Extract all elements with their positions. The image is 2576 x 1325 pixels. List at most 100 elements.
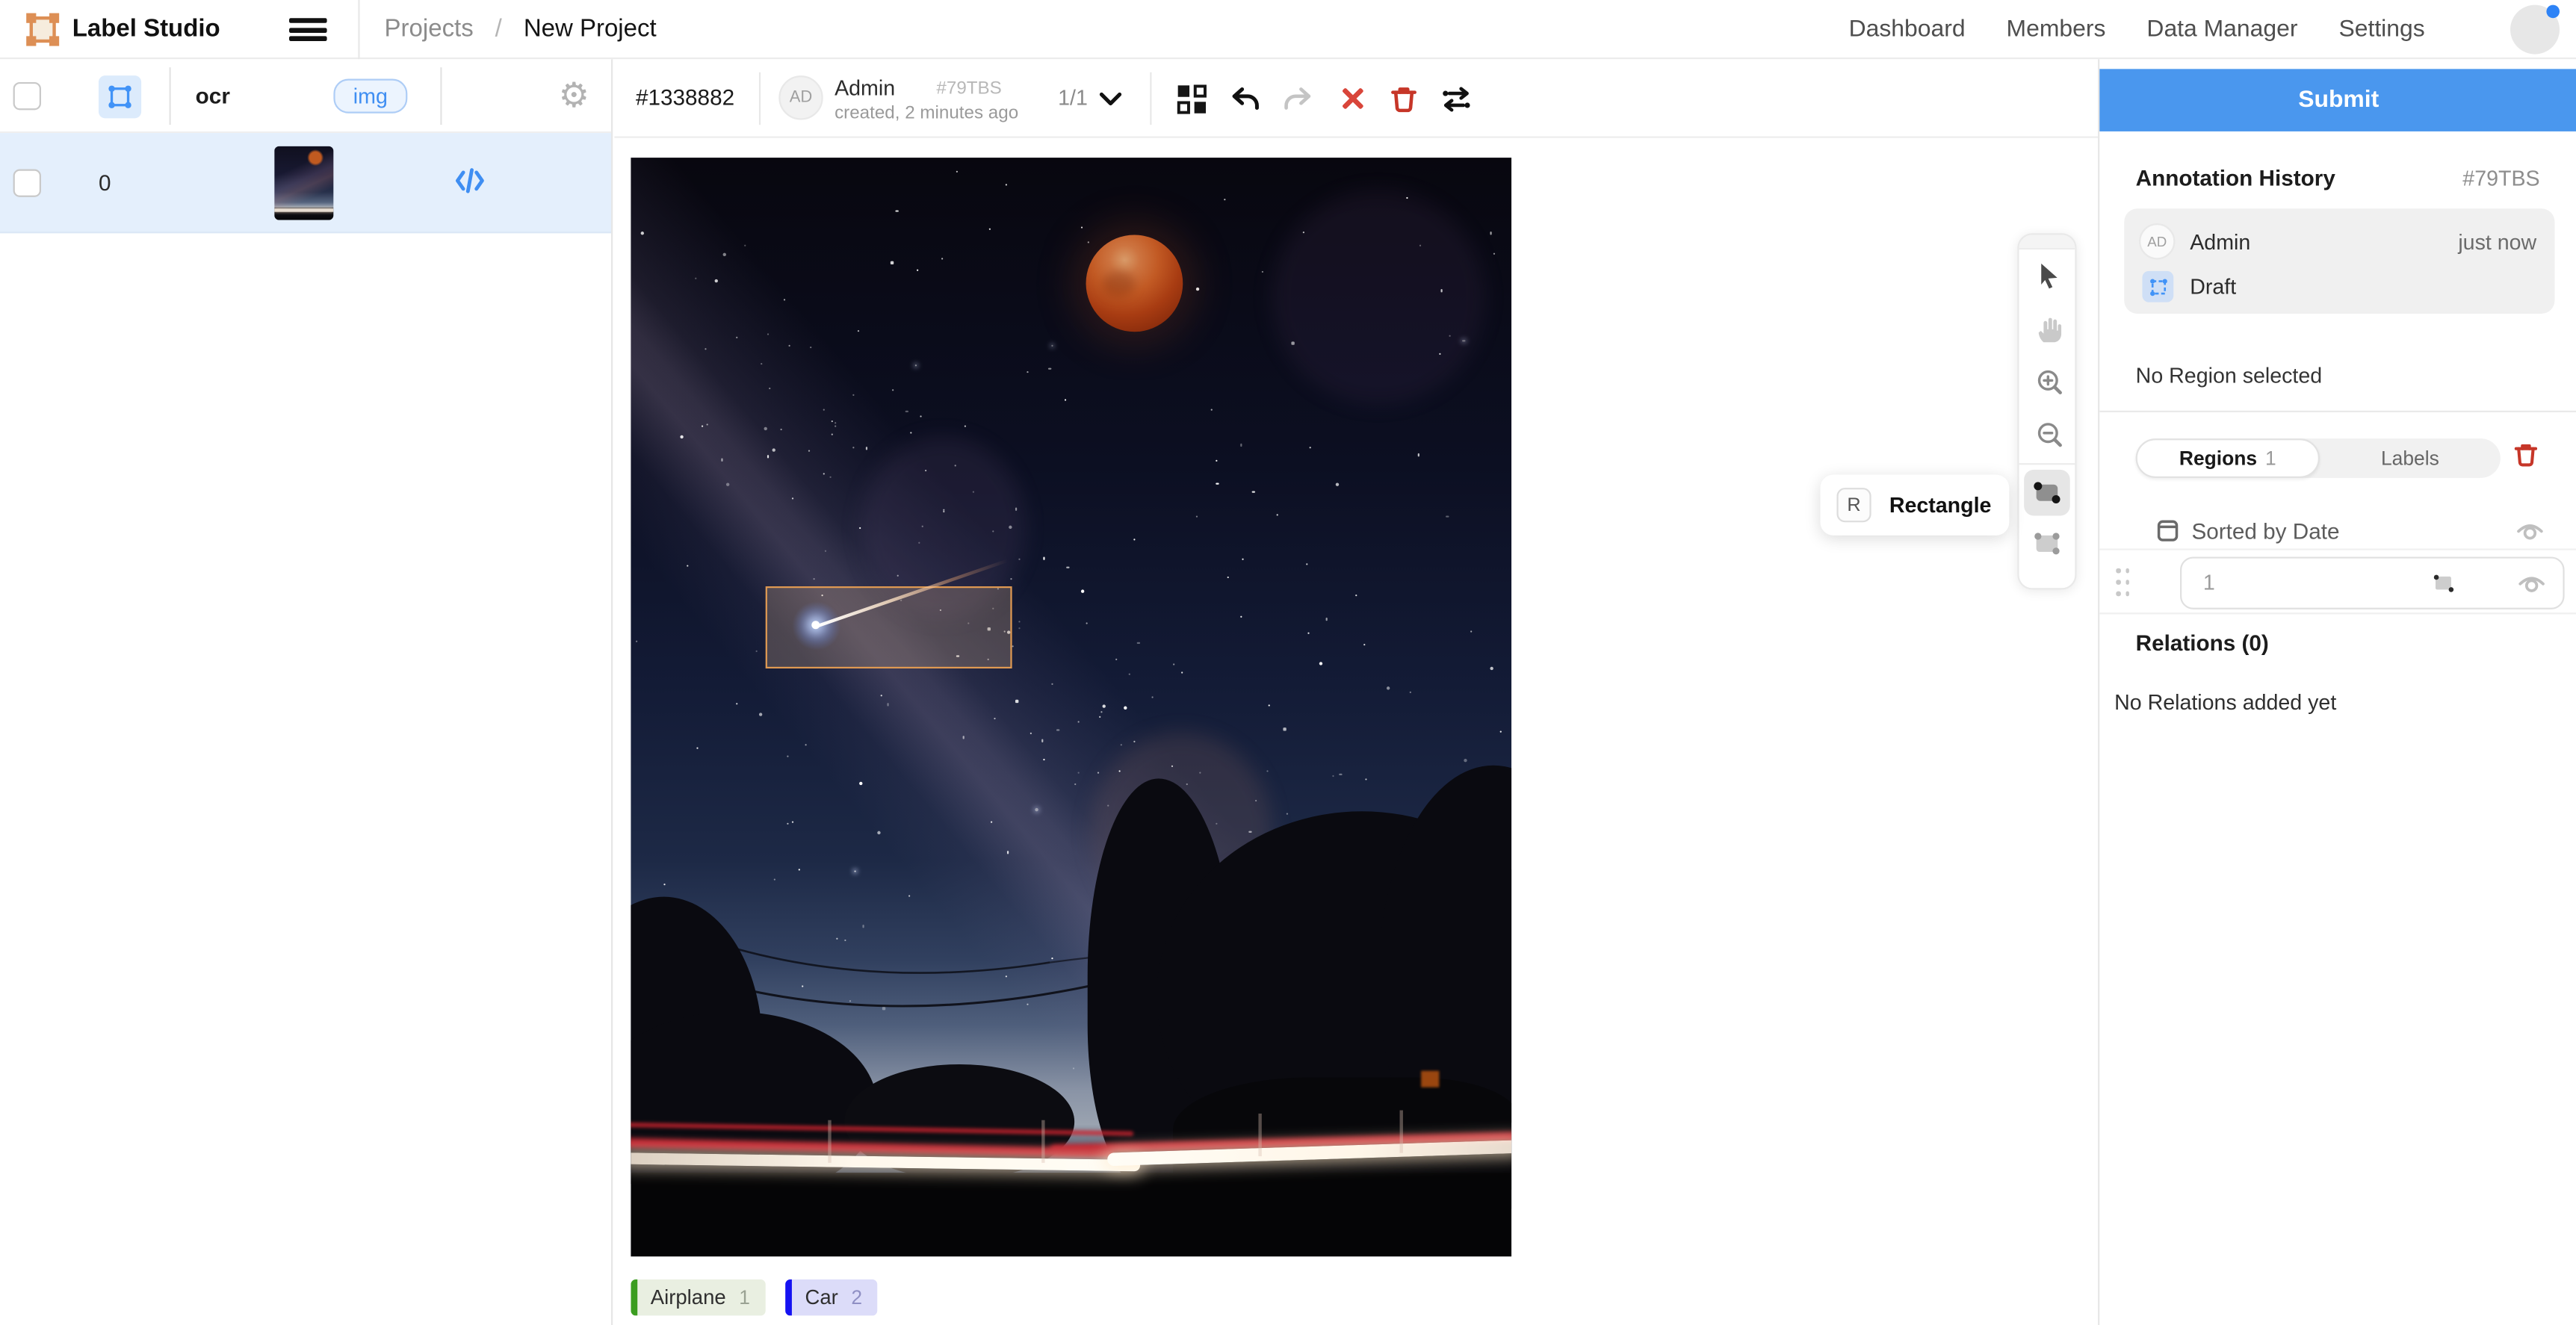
nav-dashboard[interactable]: Dashboard <box>1849 16 1966 43</box>
chevron-down-icon[interactable] <box>1099 92 1122 107</box>
created-time: created, 2 minutes ago <box>835 104 1018 123</box>
breadcrumb-current: New Project <box>524 15 657 43</box>
pan-tool-button[interactable] <box>2019 302 2078 355</box>
label-color-bar <box>631 1279 637 1315</box>
sort-label[interactable]: Sorted by Date <box>2191 519 2339 544</box>
gear-icon[interactable]: ⚙ <box>559 75 589 115</box>
tool-panel-divider <box>2019 463 2075 465</box>
task-row-id: 0 <box>99 133 111 233</box>
rectangle-tool-button-selected[interactable] <box>2024 470 2070 516</box>
breadcrumb-projects[interactable]: Projects <box>385 15 474 43</box>
task-row-checkbox[interactable] <box>13 169 41 196</box>
select-all-checkbox[interactable] <box>13 82 41 110</box>
top-header: Label Studio Projects / New Project Dash… <box>0 0 2576 59</box>
breadcrumb: Projects / New Project <box>385 0 657 59</box>
cursor-icon <box>2034 261 2063 291</box>
task-list-panel: ocr img ⚙ 0 <box>0 59 613 1325</box>
submit-button[interactable]: Submit <box>2099 69 2576 131</box>
region-visibility-eye-icon[interactable] <box>2517 571 2547 595</box>
zoom-out-icon <box>2033 418 2064 450</box>
region-item-box[interactable]: 1 <box>2180 556 2565 609</box>
history-user-name: Admin <box>2190 230 2250 255</box>
task-row-selected[interactable]: 0 <box>0 133 611 233</box>
history-avatar: AD <box>2139 223 2175 259</box>
bounding-box-filter-button[interactable] <box>99 75 141 118</box>
bounding-box-icon <box>107 84 133 110</box>
nav-settings[interactable]: Settings <box>2338 16 2424 43</box>
swap-arrows-icon[interactable] <box>1441 84 1473 115</box>
tooltip-label: Rectangle <box>1889 493 1992 518</box>
tab-regions-label: Regions <box>2179 447 2257 470</box>
fence-post <box>1400 1111 1402 1153</box>
column-ocr-label: ocr <box>196 59 230 133</box>
tab-labels-label: Labels <box>2381 447 2439 470</box>
undo-icon[interactable] <box>1229 84 1260 115</box>
sort-by-date-icon[interactable] <box>2155 518 2180 544</box>
zoom-in-tool-button[interactable] <box>2019 355 2078 407</box>
task-thumbnail[interactable] <box>274 146 333 220</box>
fence-post <box>828 1120 830 1163</box>
toolbar-divider <box>759 72 761 125</box>
three-point-rectangle-tool-button[interactable] <box>2024 521 2070 567</box>
label-name: Airplane <box>651 1286 726 1309</box>
breadcrumb-separator: / <box>495 15 502 43</box>
draft-status-icon <box>2142 271 2173 302</box>
history-status: Draft <box>2190 274 2236 299</box>
reject-icon[interactable] <box>1337 84 1369 115</box>
toolbar-divider <box>1150 72 1151 125</box>
region-list-item[interactable]: 1 <box>2099 548 2576 614</box>
task-id: #1338882 <box>636 59 734 138</box>
annotator-avatar: AD <box>778 75 823 120</box>
fence-post <box>1258 1114 1260 1156</box>
annotation-history-id: #79TBS <box>2462 166 2539 190</box>
drag-handle-icon[interactable] <box>2116 568 2131 598</box>
img-type-badge[interactable]: img <box>333 79 407 114</box>
ground <box>631 1173 1511 1256</box>
rectangle-tool-icon <box>2029 475 2065 511</box>
fence-post <box>1041 1120 1044 1163</box>
delete-regions-icon[interactable] <box>2512 440 2539 470</box>
redo-icon[interactable] <box>1283 84 1314 115</box>
column-divider <box>169 67 170 125</box>
move-tool-button[interactable] <box>2019 249 2078 302</box>
zoom-in-icon <box>2033 365 2064 397</box>
shortcut-key-badge: R <box>1836 488 1871 522</box>
hand-icon <box>2033 313 2064 344</box>
menu-icon[interactable] <box>289 18 327 41</box>
tool-panel-handle[interactable] <box>2019 235 2075 249</box>
label-studio-app: Label Studio Projects / New Project Dash… <box>0 0 2576 1325</box>
regions-labels-tabs: Regions 1 Labels <box>2136 438 2501 478</box>
annotation-sidebar: Submit Annotation History #79TBS AD Admi… <box>2098 59 2576 1325</box>
no-region-text: No Region selected <box>2136 363 2323 388</box>
annotation-history-title: Annotation History <box>2136 166 2335 190</box>
label-studio-window: Label Studio Projects / New Project Dash… <box>0 0 2576 1325</box>
rectangle-tool-tooltip: R Rectangle <box>1820 475 2009 536</box>
lit-window <box>1421 1071 1439 1087</box>
toggle-all-visibility-eye-icon[interactable] <box>2515 519 2545 542</box>
tab-labels[interactable]: Labels <box>2320 438 2501 478</box>
annotation-id: #79TBS <box>936 79 1001 99</box>
label-chip-car[interactable]: Car 2 <box>785 1279 877 1315</box>
nav-members[interactable]: Members <box>2007 16 2106 43</box>
code-icon[interactable] <box>453 164 486 197</box>
annotation-pager: 1/1 <box>1058 85 1088 110</box>
tool-panel <box>2017 233 2076 589</box>
region-index: 1 <box>2203 570 2215 595</box>
history-entry[interactable]: AD Admin just now Draft <box>2124 208 2554 314</box>
trash-icon[interactable] <box>1388 84 1419 115</box>
task-list-header: ocr img ⚙ <box>0 59 611 133</box>
blood-moon <box>1086 235 1183 332</box>
annotation-image[interactable] <box>631 158 1511 1256</box>
annotation-toolbar: #1338882 AD Admin #79TBS created, 2 minu… <box>614 59 2098 138</box>
label-studio-logo-icon <box>23 10 63 49</box>
history-time: just now <box>2458 230 2536 255</box>
region-rectangle-icon <box>2431 571 2456 595</box>
zoom-out-tool-button[interactable] <box>2019 407 2078 459</box>
label-chip-airplane[interactable]: Airplane 1 <box>631 1279 764 1315</box>
notification-dot <box>2546 5 2560 19</box>
nav-data-manager[interactable]: Data Manager <box>2146 16 2297 43</box>
label-color-bar <box>785 1279 792 1315</box>
grid-view-icon[interactable] <box>1176 84 1207 115</box>
app-title: Label Studio <box>72 0 220 59</box>
tab-regions[interactable]: Regions 1 <box>2136 438 2320 478</box>
